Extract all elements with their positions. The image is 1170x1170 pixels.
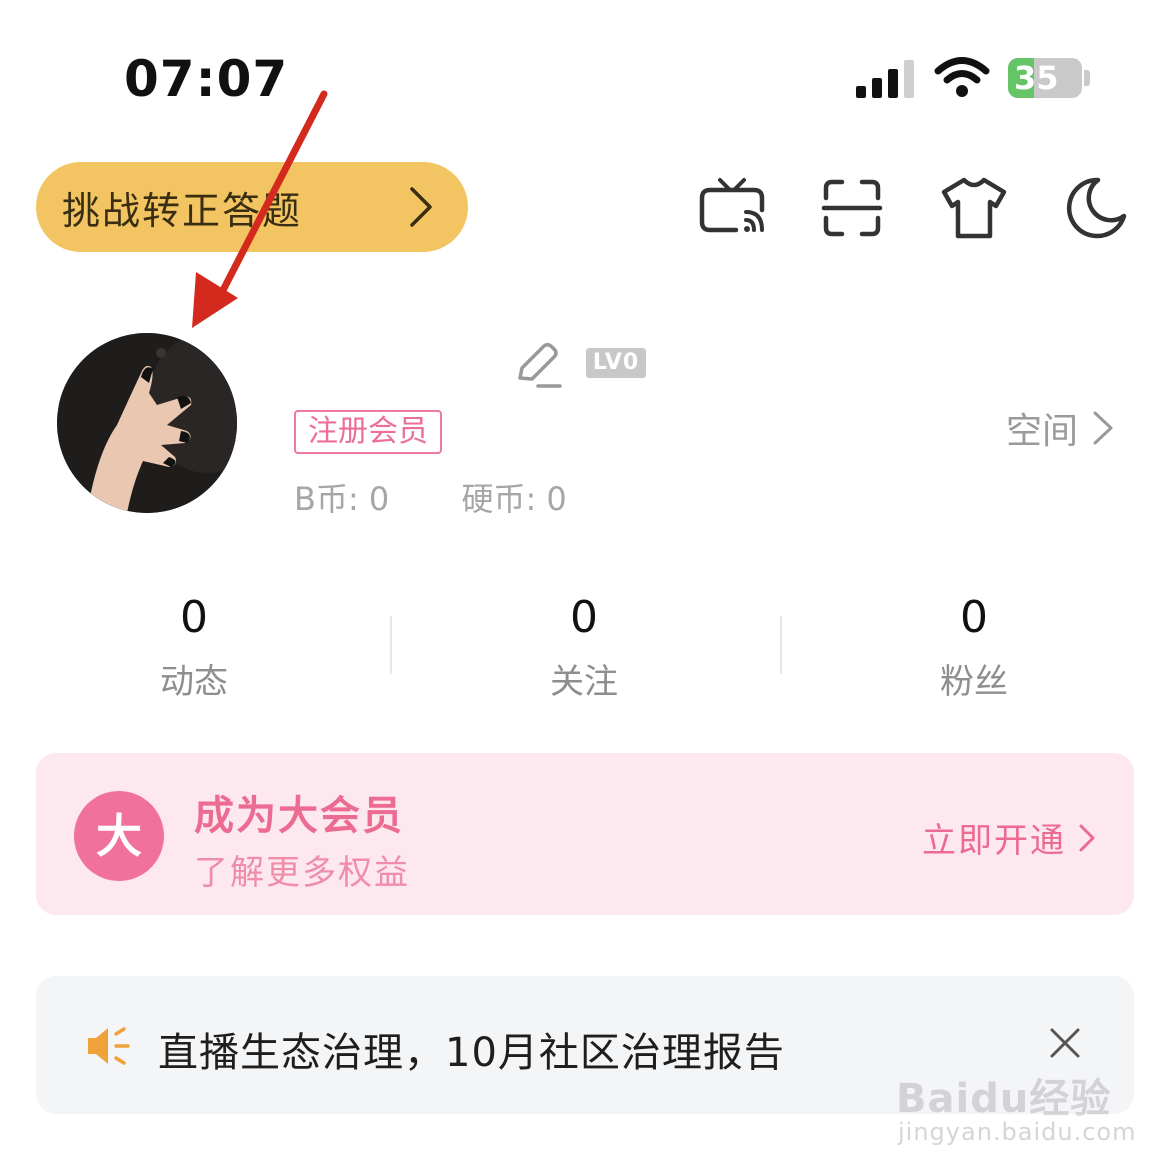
- challenge-quiz-label: 挑战转正答题: [62, 188, 303, 233]
- baidu-watermark-url: jingyan.baidu.com: [898, 1118, 1137, 1146]
- battery-percent: 35: [1014, 59, 1059, 97]
- avatar-photo: [57, 333, 237, 513]
- stat-value: 0: [960, 592, 988, 643]
- cellular-signal-icon: [856, 60, 914, 98]
- speaker-icon: [88, 1027, 130, 1065]
- vip-activate-label: 立即开通: [922, 821, 1066, 861]
- baidu-watermark-logo: Baidu经验: [896, 1076, 1112, 1122]
- hard-coin-balance: 硬币: 0: [461, 480, 567, 518]
- vip-badge-icon: 大: [74, 791, 164, 881]
- vip-activate-button[interactable]: 立即开通: [922, 813, 1096, 862]
- vip-subtitle: 了解更多权益: [194, 853, 410, 893]
- close-icon[interactable]: [1048, 1026, 1082, 1060]
- stat-label: 粉丝: [940, 662, 1008, 702]
- chevron-right-icon: [410, 187, 432, 227]
- stat-value: 0: [570, 592, 598, 643]
- b-coin-balance: B币: 0: [294, 480, 390, 518]
- stat-following[interactable]: 0 关注: [454, 592, 714, 703]
- stat-label: 关注: [550, 662, 618, 702]
- space-link[interactable]: 空间: [1006, 402, 1114, 454]
- tshirt-icon[interactable]: [938, 172, 1010, 244]
- space-label: 空间: [1006, 411, 1079, 452]
- vip-banner[interactable]: 大 成为大会员 了解更多权益 立即开通: [36, 753, 1134, 915]
- notice-text: 直播生态治理，10月社区治理报告: [158, 1030, 785, 1076]
- challenge-quiz-button[interactable]: 挑战转正答题: [36, 162, 468, 252]
- wifi-icon: [934, 57, 990, 97]
- chevron-right-icon: [1093, 411, 1113, 445]
- scan-icon[interactable]: [816, 172, 888, 244]
- level-badge: LV0: [586, 348, 646, 378]
- vip-title: 成为大会员: [194, 793, 404, 839]
- stat-fans[interactable]: 0 粉丝: [844, 592, 1104, 703]
- status-time: 07:07: [124, 50, 289, 108]
- battery-cap: [1084, 70, 1090, 86]
- battery-indicator: 35: [1008, 58, 1082, 98]
- avatar[interactable]: [57, 333, 237, 513]
- chevron-right-icon: [1079, 824, 1095, 851]
- tv-cast-icon[interactable]: [696, 172, 768, 244]
- stat-divider: [390, 616, 392, 674]
- moon-icon[interactable]: [1060, 172, 1132, 244]
- stat-label: 动态: [160, 662, 228, 702]
- stat-value: 0: [180, 592, 208, 643]
- stat-divider: [780, 616, 782, 674]
- stat-dynamics[interactable]: 0 动态: [64, 592, 324, 703]
- edit-profile-icon[interactable]: [512, 340, 562, 390]
- coin-balances: B币: 0 硬币: 0: [294, 474, 629, 520]
- member-tag: 注册会员: [294, 410, 442, 454]
